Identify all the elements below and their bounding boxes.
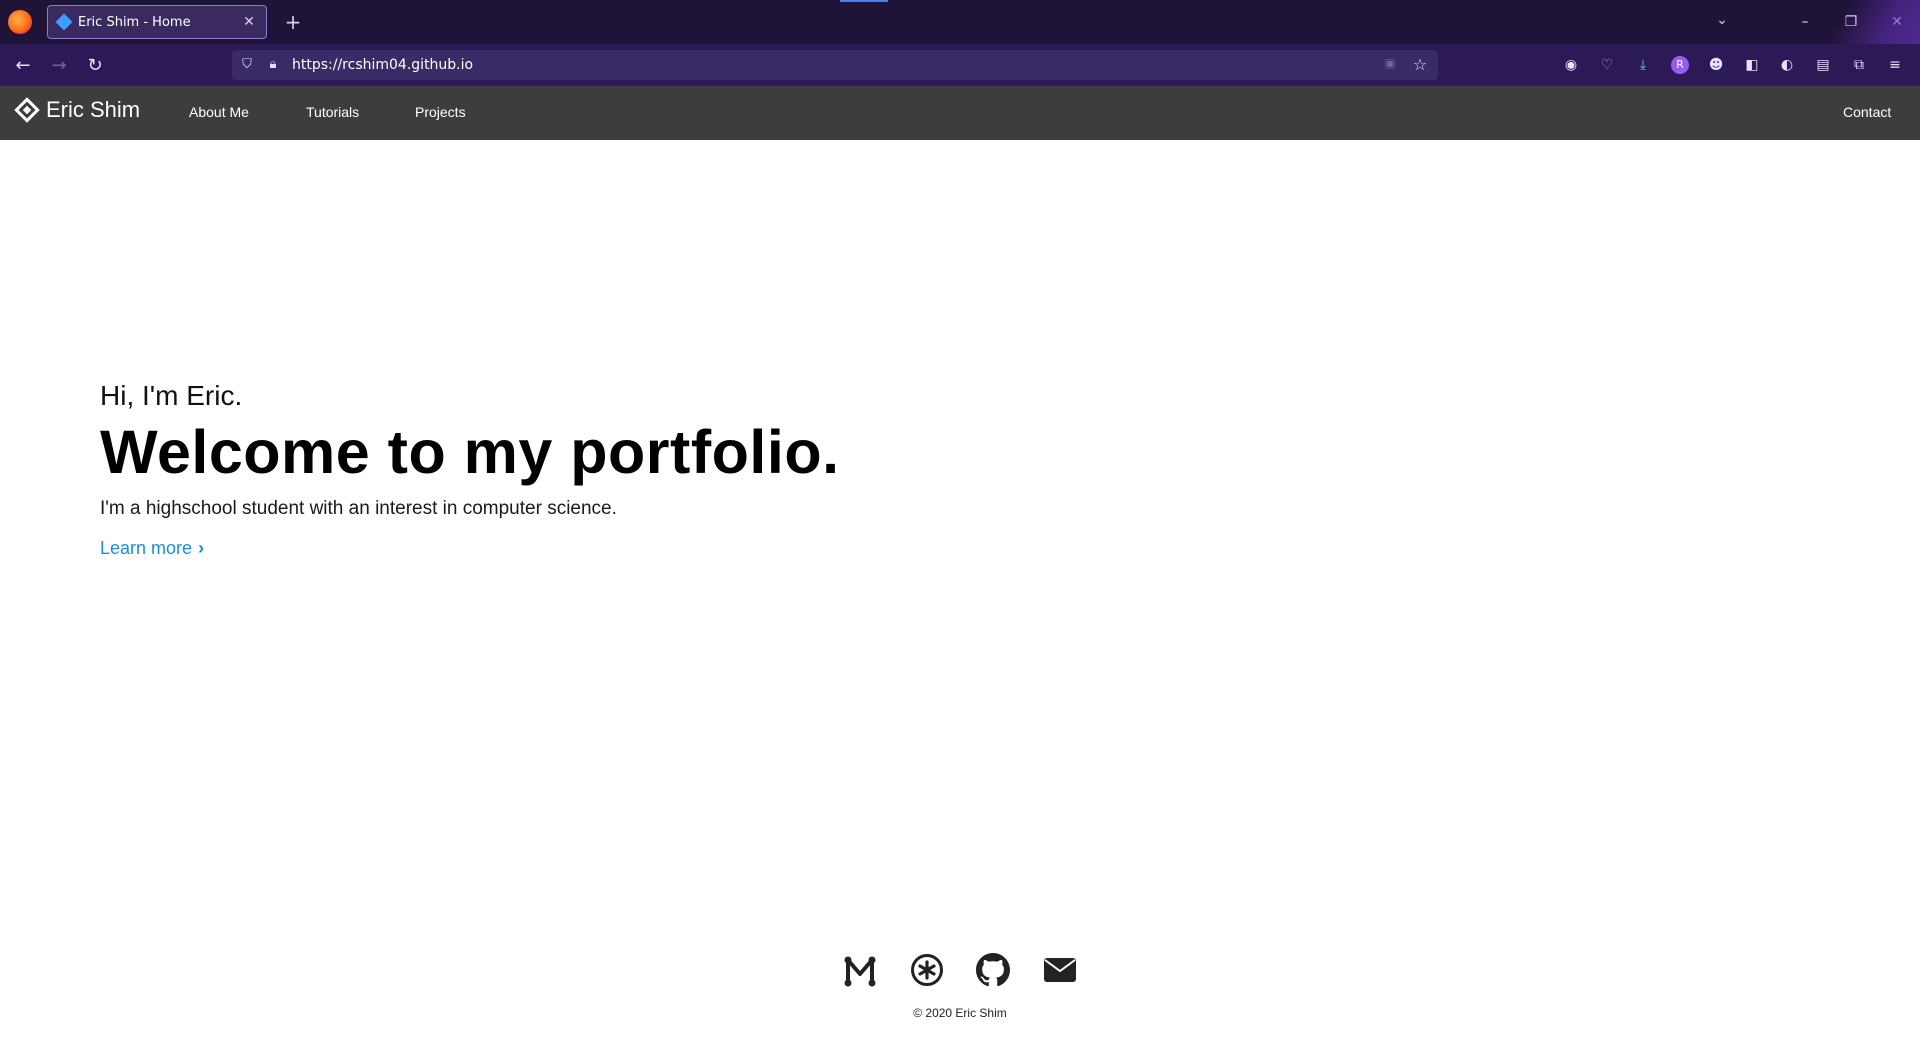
close-window-button[interactable]: ✕ xyxy=(1882,8,1912,36)
permissions-icon[interactable]: ▣ xyxy=(1382,56,1398,72)
nav-projects[interactable]: Projects xyxy=(415,104,466,120)
shield-extension-icon[interactable]: ◧ xyxy=(1741,54,1763,76)
lock-icon[interactable]: 🔒︎ xyxy=(264,56,282,74)
url-bar[interactable]: ⛉ 🔒︎ https://rcshim04.github.io ▣ ☆ xyxy=(232,50,1438,80)
browser-toolbar: ← → ↻ ⛉ 🔒︎ https://rcshim04.github.io ▣ … xyxy=(0,44,1920,86)
url-text[interactable]: https://rcshim04.github.io xyxy=(292,57,473,73)
diamond-logo-icon xyxy=(14,97,40,123)
hero-intro: Hi, I'm Eric. xyxy=(100,380,243,411)
hero-headline: Welcome to my portfolio. xyxy=(100,418,840,486)
restore-button[interactable]: ❐ xyxy=(1836,8,1866,36)
chevron-right-icon: › xyxy=(198,538,205,559)
tab-highlight xyxy=(840,0,888,2)
minimize-button[interactable]: – xyxy=(1790,8,1820,36)
hero-description: I'm a highschool student with an interes… xyxy=(100,498,617,520)
cookie-icon[interactable]: ◐ xyxy=(1776,54,1798,76)
site-favicon-icon xyxy=(55,13,73,31)
medium-icon[interactable] xyxy=(840,950,880,990)
download-icon[interactable]: ⤓ xyxy=(1632,54,1654,76)
pocket-icon[interactable]: ♡ xyxy=(1596,54,1618,76)
tab-title: Eric Shim - Home xyxy=(78,14,191,30)
asterisk-icon[interactable] xyxy=(907,950,947,990)
brand-name: Eric Shim xyxy=(46,97,141,122)
learn-more-label: Learn more xyxy=(100,538,193,559)
bookmark-star-icon[interactable]: ☆ xyxy=(1410,55,1430,75)
envelope-icon[interactable] xyxy=(1040,950,1080,990)
back-button[interactable]: ← xyxy=(10,53,36,79)
extension-r-icon[interactable]: R xyxy=(1671,56,1689,74)
user-icon[interactable]: ☻ xyxy=(1705,54,1727,76)
brand-link[interactable]: Eric Shim xyxy=(14,97,141,123)
site-navbar: Eric Shim About Me Tutorials Projects Co… xyxy=(0,86,1920,140)
social-links xyxy=(840,950,1080,990)
copyright-text: © 2020 Eric Shim xyxy=(913,1006,1007,1020)
shield-icon[interactable]: ⛉ xyxy=(238,56,256,74)
github-icon[interactable] xyxy=(973,950,1013,990)
extensions-icon[interactable]: ⧉ xyxy=(1848,54,1870,76)
learn-more-link[interactable]: Learn more › xyxy=(100,538,204,559)
nav-about[interactable]: About Me xyxy=(189,104,249,120)
hero-section: Hi, I'm Eric. Welcome to my portfolio. I… xyxy=(100,380,1000,559)
firefox-icon[interactable] xyxy=(8,10,32,34)
nav-tutorials[interactable]: Tutorials xyxy=(306,104,359,120)
new-tab-button[interactable]: + xyxy=(280,9,306,35)
mouse-icon[interactable]: ◉ xyxy=(1560,54,1582,76)
translate-icon[interactable]: ▤ xyxy=(1812,54,1834,76)
menu-icon[interactable]: ≡ xyxy=(1884,54,1906,76)
reload-button[interactable]: ↻ xyxy=(82,53,108,79)
close-tab-icon[interactable]: ✕ xyxy=(242,14,256,30)
forward-button[interactable]: → xyxy=(46,53,72,79)
tab-bar: Eric Shim - Home ✕ + ⌄ – ❐ ✕ xyxy=(0,0,1920,86)
chevron-down-icon[interactable]: ⌄ xyxy=(1710,12,1734,32)
nav-contact[interactable]: Contact xyxy=(1843,104,1891,120)
tab-active[interactable]: Eric Shim - Home ✕ xyxy=(47,5,267,39)
